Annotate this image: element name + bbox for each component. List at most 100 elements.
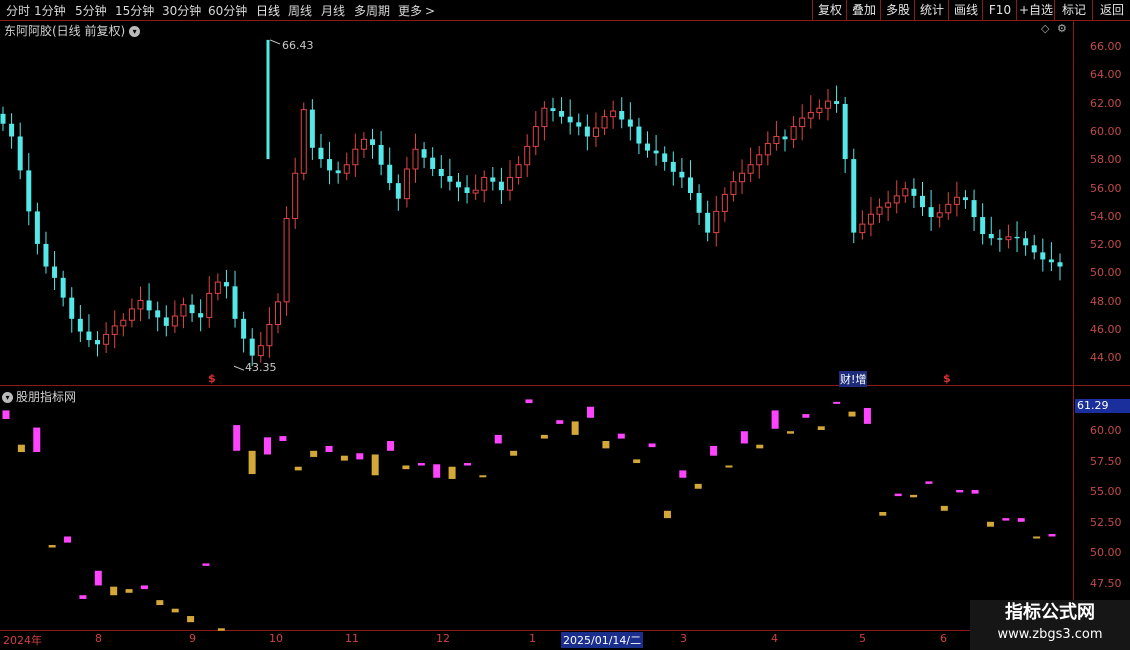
candle-body <box>679 171 685 178</box>
candle-body <box>730 181 737 195</box>
indicator-bar <box>740 431 748 444</box>
indicator-bar <box>540 434 548 439</box>
candle-body <box>223 282 229 287</box>
chart-canvas[interactable] <box>0 0 1130 650</box>
x-label: 3 <box>680 632 687 645</box>
indicator-bar <box>617 433 625 439</box>
indicator-bar <box>248 450 256 475</box>
candle-body <box>34 211 40 244</box>
candle-body <box>52 266 58 278</box>
indicator-bar <box>279 436 287 442</box>
candle-body <box>447 176 453 182</box>
dollar-marker[interactable]: $ <box>943 372 951 385</box>
candle-body <box>721 193 728 212</box>
x-label: 6 <box>940 632 947 645</box>
candle-body <box>902 188 909 197</box>
candle-body <box>343 164 350 174</box>
candle-body <box>300 109 307 174</box>
candle-body <box>17 136 23 171</box>
candle-body <box>653 150 659 154</box>
candle-body <box>95 340 101 345</box>
indicator-pane-title[interactable]: ▾ 股朋指标网 <box>2 388 76 405</box>
indicator-bar <box>233 425 241 451</box>
candle-body <box>171 315 178 327</box>
indicator-bar <box>971 489 979 494</box>
candle-body <box>103 333 110 345</box>
candle-body <box>687 177 693 194</box>
candle-body <box>370 139 376 145</box>
main-pane-title[interactable]: 东阿阿胶(日线 前复权) ▾ <box>4 22 141 39</box>
candle-body <box>77 318 83 332</box>
candle-body <box>360 138 367 150</box>
indicator-bar <box>94 570 102 586</box>
indicator-bar <box>494 434 502 444</box>
high-price-label: 66.43 <box>282 39 314 52</box>
indicator-title: 股朋指标网 <box>16 390 77 404</box>
candle-body <box>189 304 195 314</box>
indicator-bar <box>571 421 579 435</box>
chevron-down-icon[interactable]: ▾ <box>2 392 13 403</box>
dollar-marker[interactable]: $ <box>208 372 216 385</box>
x-label-selected: 2025/01/14/二 <box>561 632 644 648</box>
indicator-bar <box>1002 518 1010 521</box>
candle-body <box>859 223 866 234</box>
candle-body <box>26 170 32 212</box>
indicator-bar <box>479 475 487 478</box>
candle-body <box>515 164 522 178</box>
candle-body <box>696 193 702 213</box>
chevron-down-icon[interactable]: ▾ <box>129 26 141 37</box>
candle-body <box>180 304 187 317</box>
candle-body <box>541 107 548 128</box>
candle-body <box>532 126 539 147</box>
candle-body <box>524 145 531 166</box>
candle-body <box>214 281 221 294</box>
candle-body <box>851 159 857 233</box>
watermark-url: www.zbgs3.com <box>997 627 1103 642</box>
y-label: 60.00 <box>1090 125 1122 138</box>
candle-body <box>430 157 436 169</box>
x-label: 11 <box>345 632 359 645</box>
indicator-bar <box>448 466 456 479</box>
indicator-bar <box>1017 518 1025 522</box>
event-marker[interactable]: 财!增 <box>839 371 868 387</box>
indicator-bar <box>402 465 410 470</box>
indicator-bar <box>140 585 148 590</box>
diamond-icon[interactable]: ◇ <box>1041 22 1049 35</box>
indicator-bar <box>310 450 318 457</box>
candle-body <box>292 172 299 219</box>
candle-body <box>1023 238 1029 246</box>
gear-icon[interactable]: ⚙ <box>1057 22 1067 35</box>
candle-body <box>60 277 66 298</box>
indicator-bar <box>1033 536 1041 539</box>
candle-body <box>824 100 831 109</box>
candle-body <box>619 111 625 120</box>
candle-body <box>842 103 848 160</box>
candle-body <box>1057 262 1063 267</box>
candle-body <box>713 210 720 234</box>
candle-body <box>567 116 573 123</box>
y-label: 64.00 <box>1090 68 1122 81</box>
indicator-bar <box>525 399 533 404</box>
y-label: 66.00 <box>1090 40 1122 53</box>
indicator-bar <box>787 431 794 434</box>
indicator-bar <box>663 510 671 519</box>
candle-body <box>988 234 994 239</box>
indicator-bar <box>894 493 902 497</box>
indicator-bar <box>833 401 841 404</box>
candle-body <box>412 148 419 170</box>
candle-body <box>980 217 986 235</box>
candle-body <box>403 168 410 200</box>
indicator-bar <box>79 595 87 599</box>
indicator-bar <box>602 441 610 449</box>
y-label: 48.00 <box>1090 295 1122 308</box>
indicator-bar <box>817 426 825 430</box>
y-label: 56.00 <box>1090 182 1122 195</box>
candle-body <box>645 143 651 151</box>
x-label: 10 <box>269 632 283 645</box>
candle-body <box>395 183 401 199</box>
indicator-bar <box>587 406 595 418</box>
indicator-bar <box>187 616 195 623</box>
candle-body <box>327 159 333 171</box>
indicator-bar <box>802 414 810 418</box>
candle-body <box>592 127 599 137</box>
